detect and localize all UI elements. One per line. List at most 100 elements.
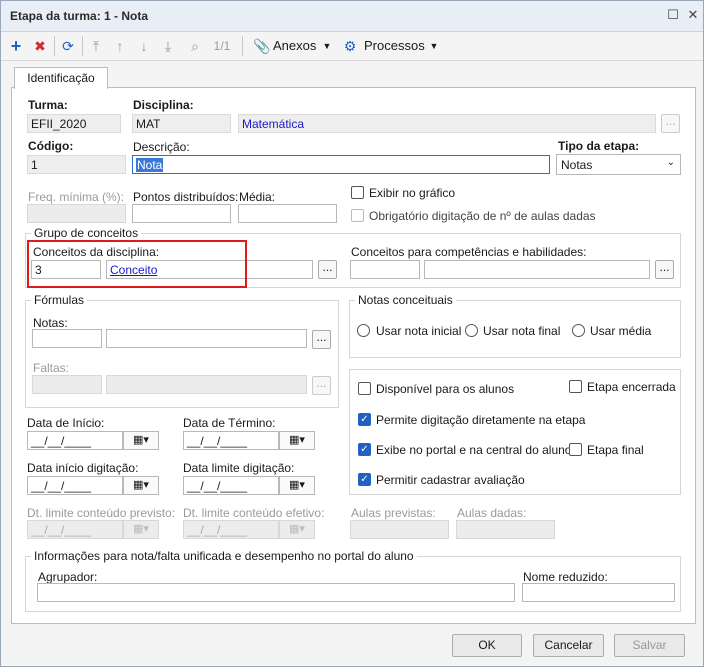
data-termino-input[interactable]: __/__/____: [183, 431, 279, 450]
data-inicio-input[interactable]: __/__/____: [27, 431, 123, 450]
gear-icon: ⚙: [343, 38, 357, 54]
add-icon[interactable]: +: [8, 37, 24, 55]
title-bar: Etapa da turma: 1 - Nota ☐ ✕: [1, 1, 703, 32]
descricao-input[interactable]: Nota: [132, 155, 550, 174]
faltas-code-field: [32, 375, 102, 394]
competencias-code-input[interactable]: [350, 260, 420, 279]
record-counter: 1/1: [213, 39, 231, 53]
calendar-icon: ▦▾: [123, 520, 159, 539]
limite-efetivo-input: __/__/____: [183, 520, 279, 539]
radio-nota-inicial[interactable]: [357, 324, 370, 337]
radio-nota-final-label: Usar nota final: [483, 324, 561, 338]
last-record-icon[interactable]: ⤓: [160, 37, 176, 55]
chevron-down-icon[interactable]: ▼: [322, 37, 332, 55]
faltas-label: Faltas:: [33, 361, 70, 375]
competencias-name-field[interactable]: [424, 260, 650, 279]
toolbar: + ✖ ⟳ ⤒ ↑ ↓ ⤓ ⌕ 1/1 📎 Anexos ▼ ⚙ Process…: [1, 32, 703, 61]
chevron-down-icon[interactable]: ▼: [429, 37, 439, 55]
competencias-lookup-button[interactable]: ...: [655, 260, 674, 279]
calendar-icon[interactable]: ▦▾: [279, 431, 315, 450]
radio-media-label: Usar média: [590, 324, 652, 338]
permitir-avaliacao-checkbox[interactable]: ✓: [358, 473, 371, 486]
codigo-label: Código:: [28, 139, 74, 153]
exibe-portal-checkbox[interactable]: ✓: [358, 443, 371, 456]
disciplina-lookup-button[interactable]: ...: [661, 114, 680, 133]
tipo-etapa-select[interactable]: Notas ⌄: [556, 154, 681, 175]
previous-record-icon[interactable]: ↑: [112, 37, 128, 55]
etapa-final-label: Etapa final: [587, 443, 644, 457]
data-limite-digitacao-input[interactable]: __/__/____: [183, 476, 279, 495]
notas-formula-field[interactable]: [106, 329, 307, 348]
nome-reduzido-input[interactable]: [522, 583, 675, 602]
delete-icon[interactable]: ✖: [32, 37, 48, 55]
cancel-button[interactable]: Cancelar: [533, 634, 604, 657]
highlight-box: [27, 240, 247, 288]
search-icon[interactable]: ⌕: [187, 37, 203, 55]
tipo-etapa-label: Tipo da etapa:: [558, 139, 640, 153]
first-record-icon[interactable]: ⤒: [88, 37, 104, 55]
notas-code-input[interactable]: [32, 329, 102, 348]
calendar-icon[interactable]: ▦▾: [123, 431, 159, 450]
faltas-lookup-button[interactable]: ...: [312, 376, 331, 395]
data-termino-label: Data de Término:: [183, 416, 276, 430]
radio-media[interactable]: [572, 324, 585, 337]
calendar-icon[interactable]: ▦▾: [123, 476, 159, 495]
competencias-label: Conceitos para competências e habilidade…: [351, 245, 587, 259]
data-inicio-digitacao-label: Data início digitação:: [27, 461, 139, 475]
notas-lookup-button[interactable]: ...: [312, 330, 331, 349]
agrupador-input[interactable]: [37, 583, 515, 602]
freq-minima-label: Freq. mínima (%):: [28, 190, 125, 204]
chevron-down-icon: ⌄: [666, 157, 675, 168]
processos-menu[interactable]: Processos: [364, 37, 426, 55]
paperclip-icon: 📎: [253, 38, 271, 54]
calendar-icon: ▦▾: [279, 520, 315, 539]
limite-previsto-label: Dt. limite conteúdo previsto:: [27, 506, 176, 520]
permitir-avaliacao-label: Permitir cadastrar avaliação: [376, 473, 525, 487]
exibir-grafico-checkbox[interactable]: [351, 186, 364, 199]
permite-digitacao-checkbox[interactable]: ✓: [358, 413, 371, 426]
aulas-dadas-label: Aulas dadas:: [457, 506, 527, 520]
encerrada-label: Etapa encerrada: [587, 380, 676, 394]
freq-minima-field: [27, 204, 126, 223]
limite-efetivo-label: Dt. limite conteúdo efetivo:: [183, 506, 325, 520]
disciplina-name-field: Matemática: [238, 114, 656, 133]
disponivel-checkbox[interactable]: [358, 382, 371, 395]
data-inicio-digitacao-input[interactable]: __/__/____: [27, 476, 123, 495]
conceito-lookup-button[interactable]: ...: [318, 260, 337, 279]
disponivel-label: Disponível para os alunos: [376, 382, 515, 396]
turma-field: EFII_2020: [27, 114, 121, 133]
close-icon[interactable]: ✕: [685, 7, 701, 23]
next-record-icon[interactable]: ↓: [136, 37, 152, 55]
nome-reduzido-label: Nome reduzido:: [523, 570, 608, 584]
grupo-conceitos-title: Grupo de conceitos: [31, 226, 142, 240]
formulas-title: Fórmulas: [31, 293, 88, 307]
exibe-portal-label: Exibe no portal e na central do aluno: [376, 443, 572, 457]
window-title: Etapa da turma: 1 - Nota: [10, 9, 149, 23]
data-limite-digitacao-label: Data limite digitação:: [183, 461, 295, 475]
media-input[interactable]: [238, 204, 337, 223]
aulas-dadas-field: [456, 520, 555, 539]
radio-nota-inicial-label: Usar nota inicial: [376, 324, 462, 338]
save-button[interactable]: Salvar: [614, 634, 685, 657]
calendar-icon[interactable]: ▦▾: [279, 476, 315, 495]
anexos-menu[interactable]: Anexos: [273, 37, 319, 55]
radio-nota-final[interactable]: [465, 324, 478, 337]
obrigatorio-checkbox[interactable]: [351, 209, 364, 222]
ok-button[interactable]: OK: [452, 634, 522, 657]
disciplina-code-field: MAT: [132, 114, 231, 133]
encerrada-checkbox[interactable]: [569, 380, 582, 393]
permite-digitacao-label: Permite digitação diretamente na etapa: [376, 413, 586, 427]
pontos-label: Pontos distribuídos:: [133, 190, 239, 204]
obrigatorio-label: Obrigatório digitação de nº de aulas dad…: [369, 209, 596, 223]
limite-previsto-input: __/__/____: [27, 520, 123, 539]
tab-identificacao[interactable]: Identificação: [14, 67, 108, 89]
faltas-formula-field: [106, 375, 307, 394]
maximize-icon[interactable]: ☐: [665, 7, 681, 23]
aulas-previstas-label: Aulas previstas:: [351, 506, 436, 520]
etapa-final-checkbox[interactable]: [569, 443, 582, 456]
agrupador-label: Agrupador:: [38, 570, 98, 584]
notas-label: Notas:: [33, 316, 68, 330]
refresh-icon[interactable]: ⟳: [59, 37, 77, 55]
pontos-input[interactable]: [132, 204, 231, 223]
descricao-label: Descrição:: [133, 140, 190, 154]
